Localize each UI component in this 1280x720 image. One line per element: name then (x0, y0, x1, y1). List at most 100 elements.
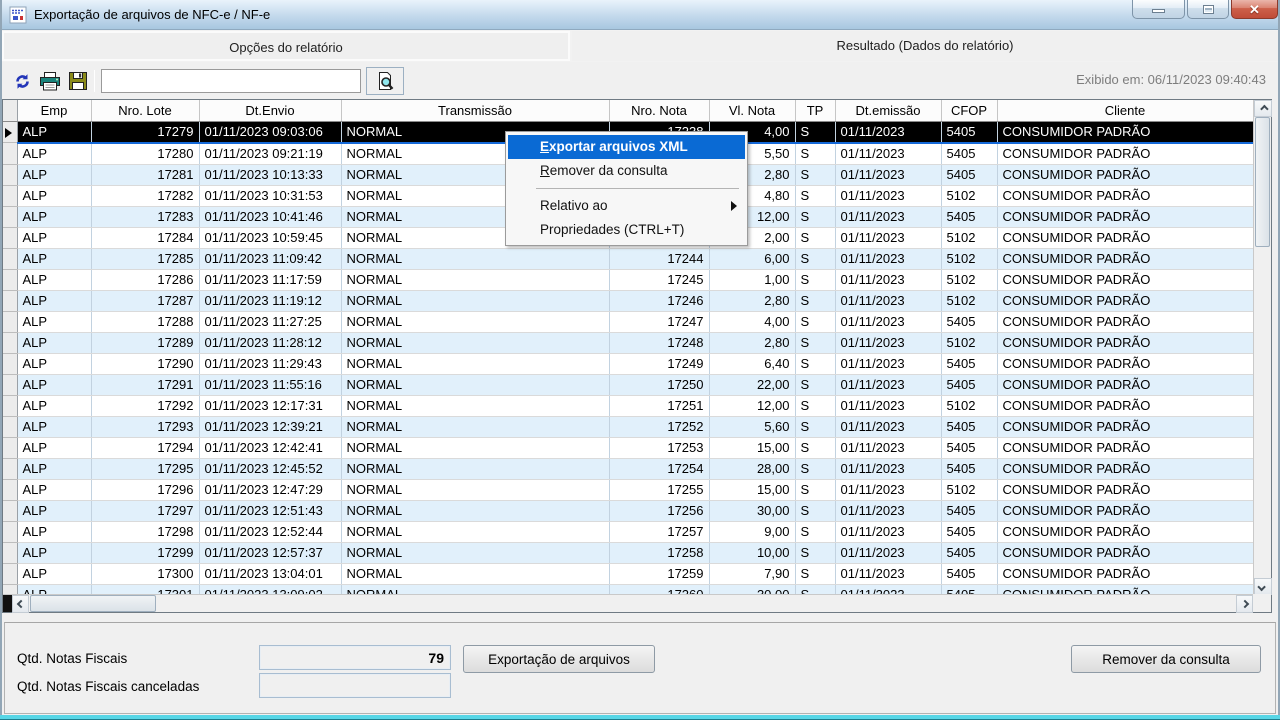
grid-cell[interactable]: CONSUMIDOR PADRÃO (997, 143, 1253, 165)
grid-cell[interactable]: 17253 (609, 437, 709, 458)
grid-cell[interactable]: S (795, 395, 835, 416)
grid-cell[interactable]: 17297 (91, 500, 199, 521)
grid-cell[interactable]: ALP (17, 269, 91, 290)
grid-cell[interactable]: 7,90 (709, 563, 795, 584)
grid-cell[interactable]: S (795, 563, 835, 584)
grid-cell[interactable]: S (795, 164, 835, 185)
grid-cell[interactable]: 5102 (941, 227, 997, 248)
grid-cell[interactable]: CONSUMIDOR PADRÃO (997, 374, 1253, 395)
vertical-scroll-thumb[interactable] (1255, 117, 1270, 247)
menu-item[interactable]: Remover da consulta (506, 159, 747, 183)
grid-cell[interactable]: S (795, 227, 835, 248)
grid-cell[interactable]: 5405 (941, 164, 997, 185)
grid-cell[interactable]: 17255 (609, 479, 709, 500)
table-row[interactable]: ALP1728601/11/2023 11:17:59NORMAL172451,… (3, 269, 1253, 290)
grid-cell[interactable]: S (795, 121, 835, 143)
table-row[interactable]: ALP1730001/11/2023 13:04:01NORMAL172597,… (3, 563, 1253, 584)
grid-cell[interactable]: 17281 (91, 164, 199, 185)
table-row[interactable]: ALP1728901/11/2023 11:28:12NORMAL172482,… (3, 332, 1253, 353)
grid-cell[interactable]: 17283 (91, 206, 199, 227)
grid-cell[interactable]: 17285 (91, 248, 199, 269)
grid-cell[interactable]: 5405 (941, 416, 997, 437)
grid-cell[interactable]: S (795, 185, 835, 206)
grid-cell[interactable]: 01/11/2023 (835, 563, 941, 584)
grid-cell[interactable]: 17244 (609, 248, 709, 269)
grid-cell[interactable]: 17298 (91, 521, 199, 542)
grid-cell[interactable]: NORMAL (341, 311, 609, 332)
grid-cell[interactable]: 5102 (941, 332, 997, 353)
grid-cell[interactable]: 17247 (609, 311, 709, 332)
grid-cell[interactable]: 01/11/2023 (835, 458, 941, 479)
grid-cell[interactable]: 01/11/2023 (835, 227, 941, 248)
table-row[interactable]: ALP1729001/11/2023 11:29:43NORMAL172496,… (3, 353, 1253, 374)
grid-cell[interactable]: 17252 (609, 416, 709, 437)
grid-cell[interactable]: 01/11/2023 (835, 143, 941, 165)
grid-cell[interactable]: CONSUMIDOR PADRÃO (997, 269, 1253, 290)
grid-cell[interactable]: 17256 (609, 500, 709, 521)
grid-cell[interactable]: 01/11/2023 09:21:19 (199, 143, 341, 165)
grid-cell[interactable]: NORMAL (341, 437, 609, 458)
grid-cell[interactable]: 17296 (91, 479, 199, 500)
grid-cell[interactable]: 01/11/2023 11:29:43 (199, 353, 341, 374)
grid-cell[interactable]: CONSUMIDOR PADRÃO (997, 206, 1253, 227)
grid-cell[interactable]: 01/11/2023 (835, 437, 941, 458)
row-indicator[interactable] (3, 521, 17, 542)
grid-cell[interactable]: 01/11/2023 12:57:37 (199, 542, 341, 563)
qtd-notas-field[interactable] (259, 645, 451, 670)
grid-cell[interactable]: ALP (17, 185, 91, 206)
restore-button[interactable] (1187, 0, 1229, 19)
row-indicator[interactable] (3, 227, 17, 248)
grid-cell[interactable]: ALP (17, 416, 91, 437)
grid-cell[interactable]: 17250 (609, 374, 709, 395)
row-indicator[interactable] (3, 290, 17, 311)
grid-cell[interactable]: NORMAL (341, 542, 609, 563)
scroll-down-button[interactable] (1254, 578, 1272, 595)
save-icon[interactable] (66, 70, 90, 92)
column-header[interactable]: Cliente (997, 100, 1253, 121)
grid-cell[interactable]: 17289 (91, 332, 199, 353)
horizontal-scrollbar[interactable] (3, 594, 1253, 612)
horizontal-scroll-thumb[interactable] (30, 595, 156, 612)
grid-cell[interactable]: 17248 (609, 332, 709, 353)
grid-cell[interactable]: 01/11/2023 10:13:33 (199, 164, 341, 185)
row-indicator[interactable] (3, 353, 17, 374)
grid-cell[interactable]: 17258 (609, 542, 709, 563)
grid-cell[interactable]: ALP (17, 290, 91, 311)
grid-cell[interactable]: 01/11/2023 (835, 416, 941, 437)
grid-cell[interactable]: CONSUMIDOR PADRÃO (997, 458, 1253, 479)
grid-cell[interactable]: 5102 (941, 248, 997, 269)
remover-da-consulta-button[interactable]: Remover da consulta (1071, 645, 1261, 673)
grid-cell[interactable]: ALP (17, 521, 91, 542)
grid-cell[interactable]: 17284 (91, 227, 199, 248)
grid-cell[interactable]: 5405 (941, 374, 997, 395)
row-indicator[interactable] (3, 206, 17, 227)
row-indicator[interactable] (3, 311, 17, 332)
grid-cell[interactable]: 01/11/2023 (835, 332, 941, 353)
grid-cell[interactable]: 01/11/2023 12:39:21 (199, 416, 341, 437)
grid-cell[interactable]: 5405 (941, 311, 997, 332)
minimize-button[interactable] (1132, 0, 1185, 19)
grid-cell[interactable]: CONSUMIDOR PADRÃO (997, 542, 1253, 563)
grid-cell[interactable]: 17254 (609, 458, 709, 479)
vertical-scrollbar[interactable] (1253, 100, 1271, 595)
grid-cell[interactable]: 5405 (941, 353, 997, 374)
grid-cell[interactable]: S (795, 437, 835, 458)
row-indicator[interactable] (3, 437, 17, 458)
grid-cell[interactable]: CONSUMIDOR PADRÃO (997, 395, 1253, 416)
table-row[interactable]: ALP1729401/11/2023 12:42:41NORMAL1725315… (3, 437, 1253, 458)
row-indicator[interactable] (3, 248, 17, 269)
grid-cell[interactable]: 01/11/2023 11:27:25 (199, 311, 341, 332)
column-header[interactable]: Dt.Envio (199, 100, 341, 121)
grid-cell[interactable]: S (795, 206, 835, 227)
grid-cell[interactable]: 01/11/2023 10:59:45 (199, 227, 341, 248)
grid-cell[interactable]: 5102 (941, 290, 997, 311)
grid-cell[interactable]: 17259 (609, 563, 709, 584)
grid-cell[interactable]: NORMAL (341, 248, 609, 269)
qtd-canceladas-field[interactable] (259, 673, 451, 698)
row-indicator[interactable] (3, 479, 17, 500)
grid-cell[interactable]: 17290 (91, 353, 199, 374)
refresh-icon[interactable] (10, 70, 34, 92)
tab-opcoes-do-relatorio[interactable]: Opções do relatório (2, 31, 570, 61)
grid-cell[interactable]: 01/11/2023 10:41:46 (199, 206, 341, 227)
grid-cell[interactable]: NORMAL (341, 500, 609, 521)
